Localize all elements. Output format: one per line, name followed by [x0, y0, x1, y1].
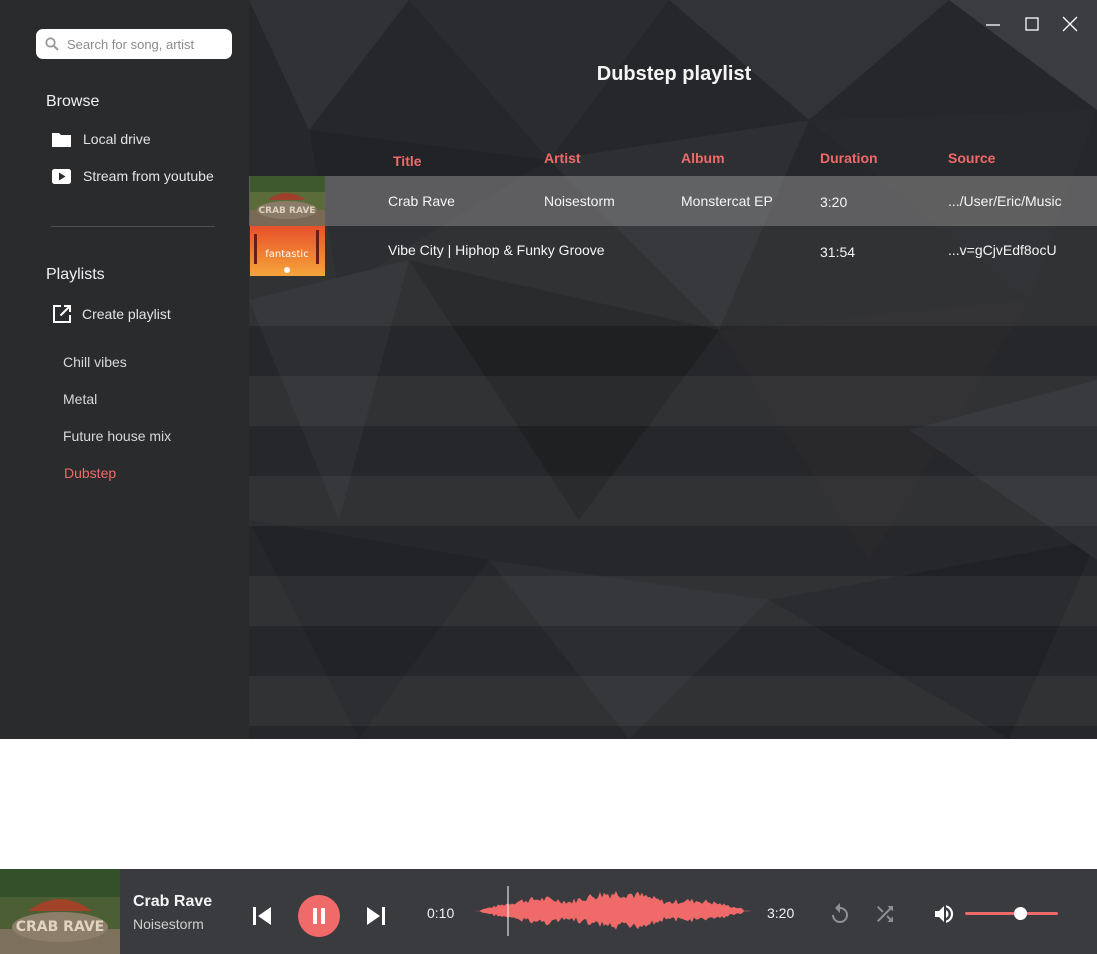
folder-icon	[50, 129, 72, 149]
now-playing-title: Crab Rave	[133, 893, 213, 910]
waveform-shape	[472, 890, 752, 930]
repeat-button[interactable]	[828, 902, 852, 926]
sidebar-item-label: Stream from youtube	[83, 168, 214, 184]
sidebar-item-label: Local drive	[83, 131, 151, 147]
svg-text:CRAB RAVE: CRAB RAVE	[16, 919, 105, 935]
shuffle-button[interactable]	[873, 902, 897, 926]
playlist-item-chill-vibes[interactable]: Chill vibes	[63, 354, 127, 370]
pause-button[interactable]	[298, 895, 340, 937]
column-header-album[interactable]: Album	[681, 150, 725, 166]
player-bar: CRAB RAVE Crab Rave Noisestorm 0:10 3:20	[0, 869, 1097, 954]
minimize-button[interactable]	[983, 14, 1003, 34]
table-row[interactable]: CRAB RAVE Crab Rave Noisestorm Monsterca…	[249, 176, 1097, 226]
empty-row	[249, 276, 1097, 326]
close-icon	[1062, 16, 1078, 32]
shuffle-icon	[877, 906, 893, 922]
sidebar: Browse Local drive Stream from youtube P…	[0, 0, 249, 739]
track-source: .../User/Eric/Music	[948, 193, 1062, 209]
empty-row	[249, 376, 1097, 426]
search-box[interactable]	[36, 29, 232, 59]
volume-up-icon	[935, 905, 954, 923]
create-playlist-button[interactable]: Create playlist	[51, 304, 171, 324]
browse-heading: Browse	[46, 93, 100, 110]
waveform-seekbar[interactable]	[472, 886, 752, 936]
column-header-title[interactable]: Title	[393, 153, 422, 169]
search-icon	[45, 37, 59, 51]
column-header-source[interactable]: Source	[948, 150, 995, 166]
page-title: Dubstep playlist	[596, 63, 752, 85]
create-playlist-label: Create playlist	[82, 306, 171, 322]
track-title: Vibe City | Hiphop & Funky Groove	[388, 242, 605, 258]
track-thumbnail: CRAB RAVE	[250, 176, 325, 226]
sidebar-item-local-drive[interactable]: Local drive	[50, 129, 151, 149]
previous-button[interactable]	[250, 904, 274, 928]
minimize-icon	[986, 24, 1000, 26]
track-thumbnail: fantastic	[250, 226, 325, 276]
open-in-new-icon	[51, 304, 73, 324]
sidebar-divider	[51, 226, 215, 227]
track-source: ...v=gCjvEdf8ocU	[948, 242, 1057, 258]
skip-previous-icon	[253, 907, 271, 925]
volume-slider-thumb[interactable]	[1014, 907, 1028, 920]
track-duration: 31:54	[820, 244, 856, 260]
sidebar-item-youtube[interactable]: Stream from youtube	[50, 166, 214, 186]
track-album: Monstercat EP	[681, 193, 773, 209]
elapsed-time: 0:10	[427, 905, 455, 921]
track-title: Crab Rave	[388, 193, 455, 209]
skip-next-icon	[367, 907, 385, 925]
search-input[interactable]	[67, 36, 227, 52]
now-playing-artwork: CRAB RAVE	[0, 869, 120, 954]
svg-text:CRAB RAVE: CRAB RAVE	[259, 206, 316, 216]
now-playing-artist: Noisestorm	[133, 916, 204, 932]
next-button[interactable]	[364, 904, 388, 928]
maximize-icon	[1025, 17, 1039, 31]
total-time: 3:20	[767, 905, 795, 921]
playlist-item-future-house-mix[interactable]: Future house mix	[63, 428, 171, 444]
replay-icon	[832, 903, 848, 923]
table-row[interactable]: fantastic Vibe City | Hiphop & Funky Gro…	[249, 226, 1097, 276]
playlist-view: Dubstep playlist Title Artist Album Dura…	[249, 0, 1097, 739]
empty-row	[249, 676, 1097, 726]
empty-row	[249, 476, 1097, 526]
maximize-button[interactable]	[1022, 14, 1042, 34]
svg-text:fantastic: fantastic	[265, 249, 308, 260]
playlist-item-dubstep[interactable]: Dubstep	[64, 465, 116, 481]
empty-row	[249, 576, 1097, 626]
track-duration: 3:20	[820, 194, 848, 210]
close-button[interactable]	[1060, 14, 1080, 34]
playlists-heading: Playlists	[46, 266, 105, 283]
background-pattern	[249, 0, 1097, 739]
track-artist: Noisestorm	[544, 193, 615, 209]
column-header-artist[interactable]: Artist	[544, 150, 581, 166]
column-header-duration[interactable]: Duration	[820, 150, 878, 166]
playlist-item-metal[interactable]: Metal	[63, 391, 97, 407]
volume-slider-track[interactable]	[965, 912, 1058, 915]
volume-button[interactable]	[932, 902, 956, 926]
youtube-icon	[50, 166, 72, 186]
pause-icon	[313, 908, 325, 924]
